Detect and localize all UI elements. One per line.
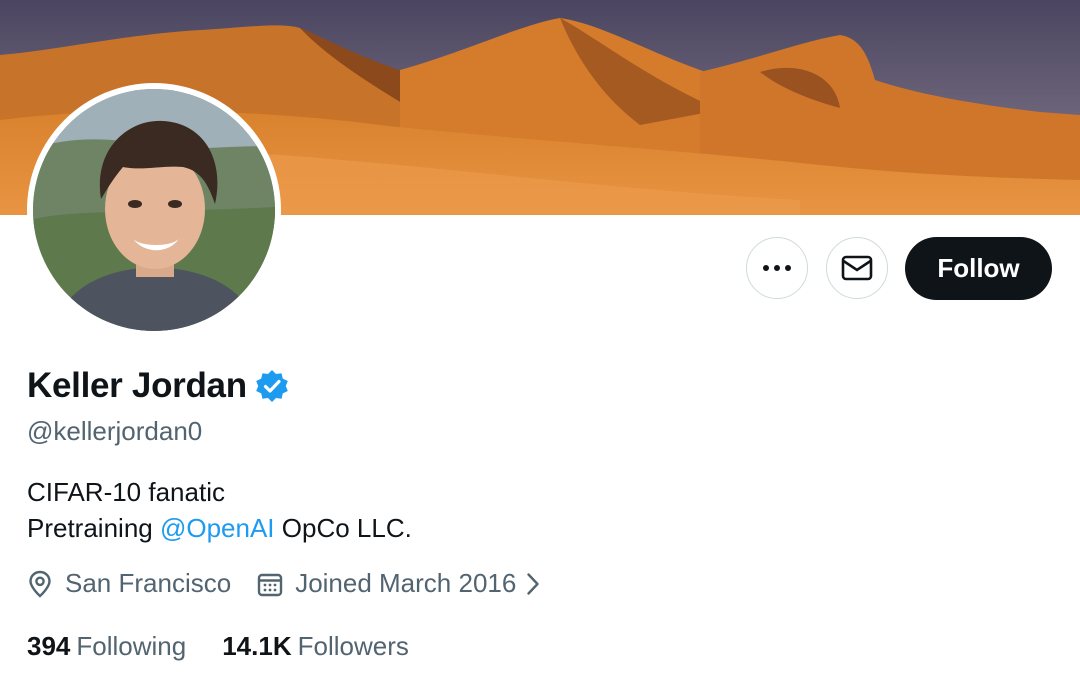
avatar[interactable] (33, 89, 275, 331)
mention-link[interactable]: @OpenAI (160, 513, 275, 543)
following-link[interactable]: 394 Following (27, 631, 186, 662)
location-pin-icon (29, 570, 51, 598)
bio-text: OpCo LLC. (274, 513, 412, 543)
avatar-frame (27, 83, 281, 337)
bio-line-2: Pretraining @OpenAI OpCo LLC. (27, 510, 412, 546)
location-text: San Francisco (65, 568, 232, 598)
followers-label: Followers (297, 631, 409, 661)
bio-line-1: CIFAR-10 fanatic (27, 477, 225, 507)
following-count: 394 (27, 631, 71, 661)
follow-stats: 394 Following 14.1K Followers (27, 631, 409, 662)
followers-count: 14.1K (222, 631, 292, 661)
joined-item[interactable]: Joined March 2016 (257, 568, 552, 599)
name-row: Keller Jordan (27, 366, 289, 406)
avatar-photo (33, 89, 275, 331)
verified-badge-icon[interactable] (255, 369, 289, 403)
more-icon (763, 265, 791, 271)
following-label: Following (76, 631, 187, 661)
envelope-icon (841, 255, 873, 281)
follow-button[interactable]: Follow (905, 237, 1052, 300)
profile-bio: CIFAR-10 fanatic Pretraining @OpenAI OpC… (27, 474, 412, 546)
profile-meta: San Francisco Joined March 2016 (27, 568, 552, 599)
display-name: Keller Jordan (27, 366, 247, 405)
more-options-button[interactable] (746, 237, 808, 299)
chevron-right-icon (527, 572, 540, 595)
bio-text: Pretraining (27, 513, 160, 543)
message-button[interactable] (826, 237, 888, 299)
username-handle: @kellerjordan0 (27, 416, 203, 446)
calendar-icon (257, 573, 283, 596)
location-item: San Francisco (27, 568, 231, 599)
followers-link[interactable]: 14.1K Followers (222, 631, 409, 662)
joined-text: Joined March 2016 (295, 568, 517, 598)
